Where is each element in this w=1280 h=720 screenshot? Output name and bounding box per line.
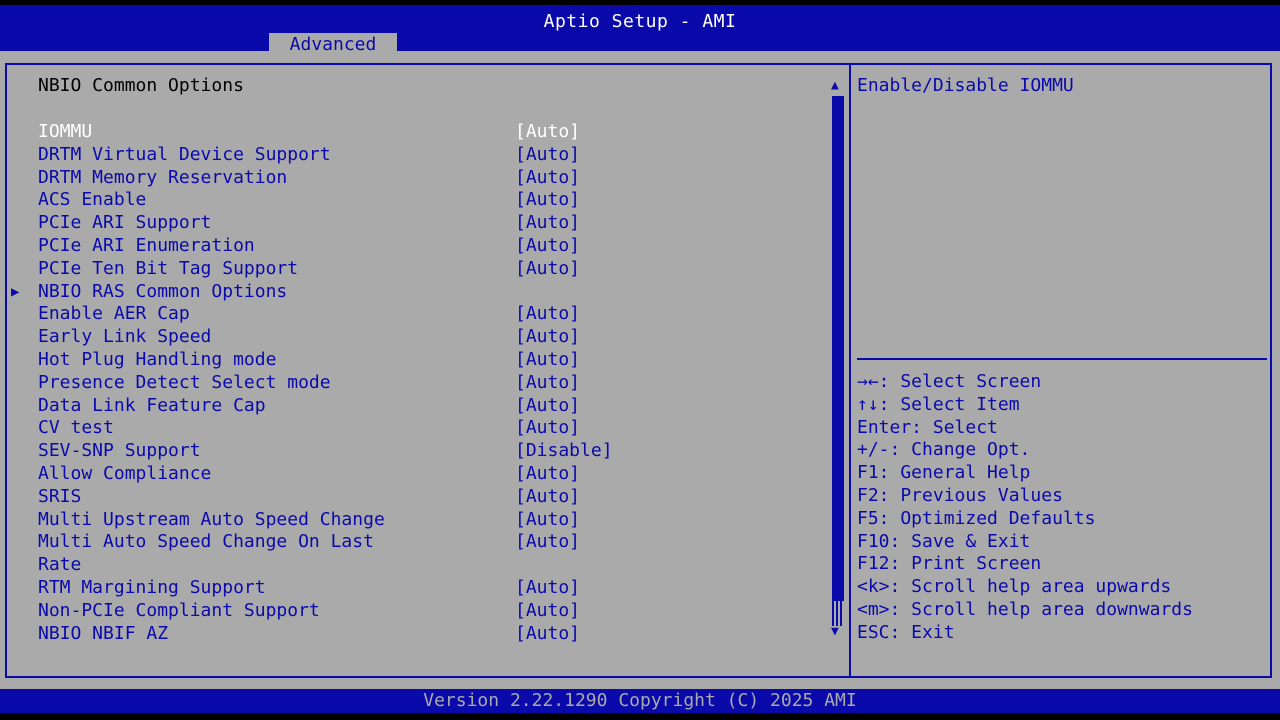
app-title: Aptio Setup - AMI <box>543 11 737 32</box>
setting-value[interactable]: [Auto] <box>515 417 580 439</box>
setting-value[interactable]: [Auto] <box>515 486 580 508</box>
section-title: NBIO Common Options <box>38 75 244 96</box>
setting-label[interactable]: Non-PCIe Compliant Support <box>38 600 320 622</box>
setting-value[interactable]: [Auto] <box>515 509 580 531</box>
setting-value[interactable]: [Auto] <box>515 531 580 553</box>
version-text: Version 2.22.1290 Copyright (C) 2025 AMI <box>423 690 857 711</box>
help-description: Enable/Disable IOMMU <box>857 75 1074 96</box>
setting-value[interactable]: [Auto] <box>515 463 580 485</box>
submenu-item[interactable]: NBIO RAS Common Options <box>38 281 287 303</box>
setting-value[interactable]: [Auto] <box>515 577 580 599</box>
key-help-line: ESC: Exit <box>857 621 955 643</box>
key-help-line: F2: Previous Values <box>857 485 1063 506</box>
scrollbar-thumb[interactable] <box>832 601 844 626</box>
footer-bar: Version 2.22.1290 Copyright (C) 2025 AMI <box>0 689 1280 713</box>
setting-value[interactable]: [Auto] <box>515 121 580 143</box>
setting-label[interactable]: DRTM Memory Reservation <box>38 167 287 189</box>
setting-value[interactable]: [Auto] <box>515 258 580 280</box>
key-help-line: F12: Print Screen <box>857 553 1042 575</box>
setting-value[interactable]: [Disable] <box>515 440 613 462</box>
setting-label[interactable]: ACS Enable <box>38 189 146 211</box>
setting-value[interactable]: [Auto] <box>515 303 580 325</box>
setting-label[interactable]: RTM Margining Support <box>38 577 266 599</box>
key-help-line: F5: Optimized Defaults <box>857 507 1096 529</box>
setting-label[interactable]: Data Link Feature Cap <box>38 395 266 417</box>
setting-value[interactable]: [Auto] <box>515 189 580 211</box>
key-help-line: F1: General Help <box>857 462 1031 484</box>
scroll-down-arrow-icon[interactable]: ▼ <box>831 624 839 639</box>
setting-value[interactable]: [Auto] <box>515 212 580 234</box>
title-bar: Aptio Setup - AMI Advanced <box>0 5 1280 56</box>
setting-value[interactable]: [Auto] <box>515 235 580 257</box>
setting-label[interactable]: NBIO NBIF AZ <box>38 623 168 645</box>
help-divider <box>857 358 1267 360</box>
setting-label[interactable]: SRIS <box>38 486 81 508</box>
main-panel: NBIO Common Options IOMMU [Auto] DRTM Virt… <box>0 51 1280 689</box>
setting-value[interactable]: [Auto] <box>515 326 580 348</box>
setting-label[interactable]: CV test <box>38 417 114 439</box>
setting-label[interactable]: Early Link Speed <box>38 326 211 348</box>
setting-label[interactable]: Multi Upstream Auto Speed Change <box>38 509 385 531</box>
setting-label[interactable]: Rate <box>38 554 81 576</box>
scrollbar[interactable] <box>832 96 844 626</box>
setting-value[interactable]: [Auto] <box>515 395 580 417</box>
setting-value[interactable]: [Auto] <box>515 349 580 371</box>
key-help-line: +/-: Change Opt. <box>857 439 1031 461</box>
setting-label[interactable]: Enable AER Cap <box>38 303 190 325</box>
setting-value[interactable]: [Auto] <box>515 623 580 645</box>
key-help-line: <m>: Scroll help area downwards <box>857 599 1193 620</box>
setting-label[interactable]: PCIe ARI Enumeration <box>38 235 255 257</box>
setting-label[interactable]: DRTM Virtual Device Support <box>38 144 331 166</box>
setting-label[interactable]: Allow Compliance <box>38 463 211 485</box>
setting-value[interactable]: [Auto] <box>515 167 580 189</box>
setting-label[interactable]: IOMMU <box>38 121 92 143</box>
setting-label[interactable]: PCIe ARI Support <box>38 212 211 234</box>
key-help-line: ↑↓: Select Item <box>857 393 1020 415</box>
key-help-line: F10: Save & Exit <box>857 530 1031 552</box>
setting-label[interactable]: SEV-SNP Support <box>38 440 201 462</box>
setting-label[interactable]: PCIe Ten Bit Tag Support <box>38 258 298 280</box>
setting-label[interactable]: Presence Detect Select mode <box>38 372 331 394</box>
setting-label[interactable]: Multi Auto Speed Change On Last <box>38 531 374 553</box>
key-help-line: <k>: Scroll help area upwards <box>857 576 1172 598</box>
key-help-line: →←: Select Screen <box>857 371 1042 392</box>
setting-label[interactable]: Hot Plug Handling mode <box>38 349 276 371</box>
setting-value[interactable]: [Auto] <box>515 144 580 166</box>
key-help-line: Enter: Select <box>857 416 998 438</box>
submenu-arrow-icon: ▶ <box>11 283 20 300</box>
setting-value[interactable]: [Auto] <box>515 600 580 622</box>
vertical-divider <box>849 63 851 678</box>
scroll-up-arrow-icon[interactable]: ▲ <box>831 78 839 93</box>
setting-value[interactable]: [Auto] <box>515 372 580 394</box>
